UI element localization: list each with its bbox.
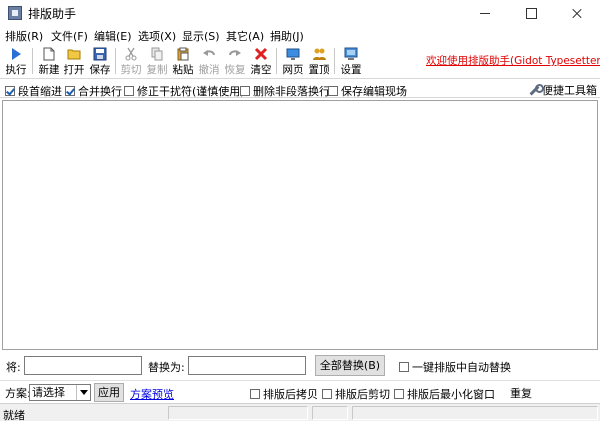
settings-button[interactable]: 设置: [338, 45, 364, 77]
indent-checkbox[interactable]: 段首缩进: [5, 83, 62, 99]
fix-interference-label: 修正干扰符(谨慎使用): [137, 85, 245, 98]
save-edit-scene-checkbox[interactable]: 保存编辑现场: [328, 83, 407, 99]
auto-replace-label: 一键排版中自动替换: [412, 361, 511, 374]
welcome-link[interactable]: 欢迎使用排版助手(Gidot Typesetter): [426, 53, 600, 68]
copy-after-label: 排版后拷贝: [263, 388, 318, 401]
menu-typeset[interactable]: 排版(R): [5, 28, 43, 44]
menu-donate[interactable]: 捐助(J): [270, 28, 304, 44]
paste-icon: [177, 47, 189, 61]
replace-all-button[interactable]: 全部替换(B): [315, 355, 385, 376]
save-icon: [93, 47, 107, 61]
minimize-after-label: 排版后最小化窗口: [407, 388, 495, 401]
repeat-label: 重复: [510, 387, 532, 400]
checkbox-icon: [240, 86, 250, 96]
scheme-select[interactable]: 请选择: [29, 384, 91, 401]
status-bar: 就绪: [0, 403, 600, 421]
redo-icon: [229, 50, 241, 56]
find-label: 将:: [6, 361, 21, 374]
pin-top-button[interactable]: 置顶: [306, 45, 332, 77]
menu-view[interactable]: 显示(S): [182, 28, 220, 44]
new-file-icon: [43, 47, 55, 61]
execute-button[interactable]: 执行: [3, 45, 29, 77]
scissors-icon: [125, 47, 137, 61]
chevron-down-icon: [76, 385, 90, 400]
menu-file[interactable]: 文件(F): [51, 28, 88, 44]
minimize-after-checkbox[interactable]: 排版后最小化窗口: [394, 386, 495, 402]
checkbox-icon: [399, 362, 409, 372]
save-edit-scene-label: 保存编辑现场: [341, 85, 407, 98]
status-pane: [312, 406, 348, 420]
minimize-button[interactable]: [462, 0, 508, 26]
checkbox-icon: [328, 86, 338, 96]
menu-edit[interactable]: 编辑(E): [94, 28, 132, 44]
monitor-icon: [286, 48, 300, 60]
title-bar: 排版助手: [0, 0, 600, 26]
options-bar: 段首缩进 合并换行 修正干扰符(谨慎使用) 删除非段落换行 保存编辑现场 便捷工…: [0, 78, 600, 98]
checkbox-icon: [250, 389, 260, 399]
replace-input[interactable]: [188, 356, 306, 375]
app-icon: [8, 6, 22, 20]
maximize-button[interactable]: [508, 0, 554, 26]
folder-icon: [67, 49, 81, 60]
cut-after-checkbox[interactable]: 排版后剪切: [322, 386, 390, 402]
play-icon: [12, 48, 21, 60]
clear-label: 清空: [250, 64, 272, 76]
replace-with-label: 替换为:: [148, 361, 185, 374]
toolbox-label: 便捷工具箱: [542, 84, 597, 97]
copy-icon: [151, 47, 163, 61]
wrench-icon: [528, 84, 544, 96]
scheme-bar: 方案: 请选择 应用 方案预览 排版后拷贝 排版后剪切 排版后最小化窗口 重复: [0, 380, 600, 402]
text-editor[interactable]: [2, 100, 598, 350]
close-button[interactable]: [554, 0, 600, 26]
toolbar: 执行 新建 打开 保存 剪切 复制 粘贴 撤消 恢复 清空 网页 置顶 设置 欢…: [0, 44, 600, 78]
merge-lines-label: 合并换行: [78, 85, 122, 98]
delete-non-paragraph-label: 删除非段落换行: [253, 85, 330, 98]
delete-non-paragraph-checkbox[interactable]: 删除非段落换行: [240, 83, 330, 99]
save-button[interactable]: 保存: [87, 45, 113, 77]
toolbox-button[interactable]: 便捷工具箱: [528, 82, 597, 98]
checkbox-icon: [322, 389, 332, 399]
apply-button[interactable]: 应用: [94, 383, 124, 402]
checkbox-icon: [394, 389, 404, 399]
cut-after-label: 排版后剪切: [335, 388, 390, 401]
copy-after-checkbox[interactable]: 排版后拷贝: [250, 386, 318, 402]
save-label: 保存: [89, 64, 111, 76]
settings-label: 设置: [340, 64, 362, 76]
status-pane: [352, 406, 598, 420]
clear-button[interactable]: 清空: [248, 45, 274, 77]
status-pane: [168, 406, 308, 420]
people-icon: [313, 48, 326, 60]
menu-bar: 排版(R) 文件(F) 编辑(E) 选项(X) 显示(S) 其它(A) 捐助(J…: [0, 26, 600, 44]
pin-top-label: 置顶: [308, 64, 330, 76]
scheme-label: 方案:: [5, 387, 31, 400]
status-text: 就绪: [3, 409, 25, 421]
clear-x-icon: [254, 47, 268, 61]
merge-lines-checkbox[interactable]: 合并换行: [65, 83, 122, 99]
find-input[interactable]: [24, 356, 142, 375]
scheme-preview-link[interactable]: 方案预览: [130, 386, 174, 402]
replace-bar: 将: 替换为: 全部替换(B) 一键排版中自动替换: [0, 352, 600, 378]
auto-replace-checkbox[interactable]: 一键排版中自动替换: [399, 359, 511, 375]
execute-label: 执行: [5, 64, 27, 76]
checkbox-checked-icon: [5, 86, 15, 96]
scheme-selected-value: 请选择: [32, 386, 65, 399]
menu-other[interactable]: 其它(A): [226, 28, 264, 44]
fix-interference-checkbox[interactable]: 修正干扰符(谨慎使用): [124, 83, 245, 99]
undo-icon: [203, 50, 215, 56]
checkbox-checked-icon: [65, 86, 75, 96]
window-title: 排版助手: [28, 7, 77, 21]
indent-label: 段首缩进: [18, 85, 62, 98]
checkbox-icon: [124, 86, 134, 96]
settings-monitor-icon: [344, 47, 358, 60]
menu-options[interactable]: 选项(X): [138, 28, 176, 44]
